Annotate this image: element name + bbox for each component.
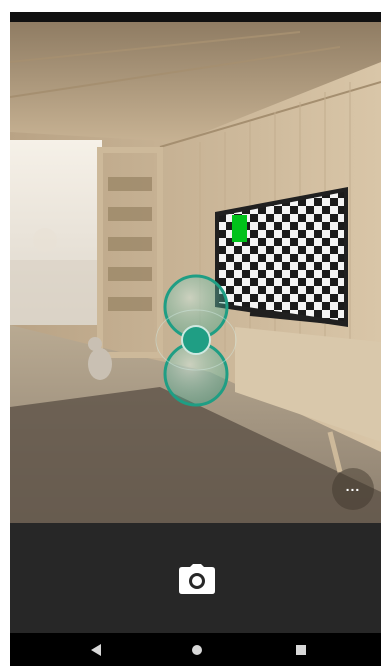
camera-icon [179,564,215,594]
shutter-button[interactable] [177,559,217,599]
target-marker [232,215,247,242]
home-circle-icon [192,645,202,655]
phone-screen: ... [0,0,381,666]
more-options-button[interactable]: ... [332,468,374,510]
nav-recents-button[interactable] [292,641,310,659]
nav-back-button[interactable] [87,641,105,659]
camera-viewfinder[interactable]: ... [10,22,381,523]
nav-home-button[interactable] [188,641,206,659]
status-bar [10,12,381,22]
screen-edge [0,0,10,666]
more-horiz-icon: ... [345,478,361,494]
camera-control-bar [10,523,381,633]
recents-square-icon [296,645,306,655]
navigation-bar [10,633,381,666]
back-triangle-icon [91,644,101,656]
viewfinder-scene [10,22,381,523]
